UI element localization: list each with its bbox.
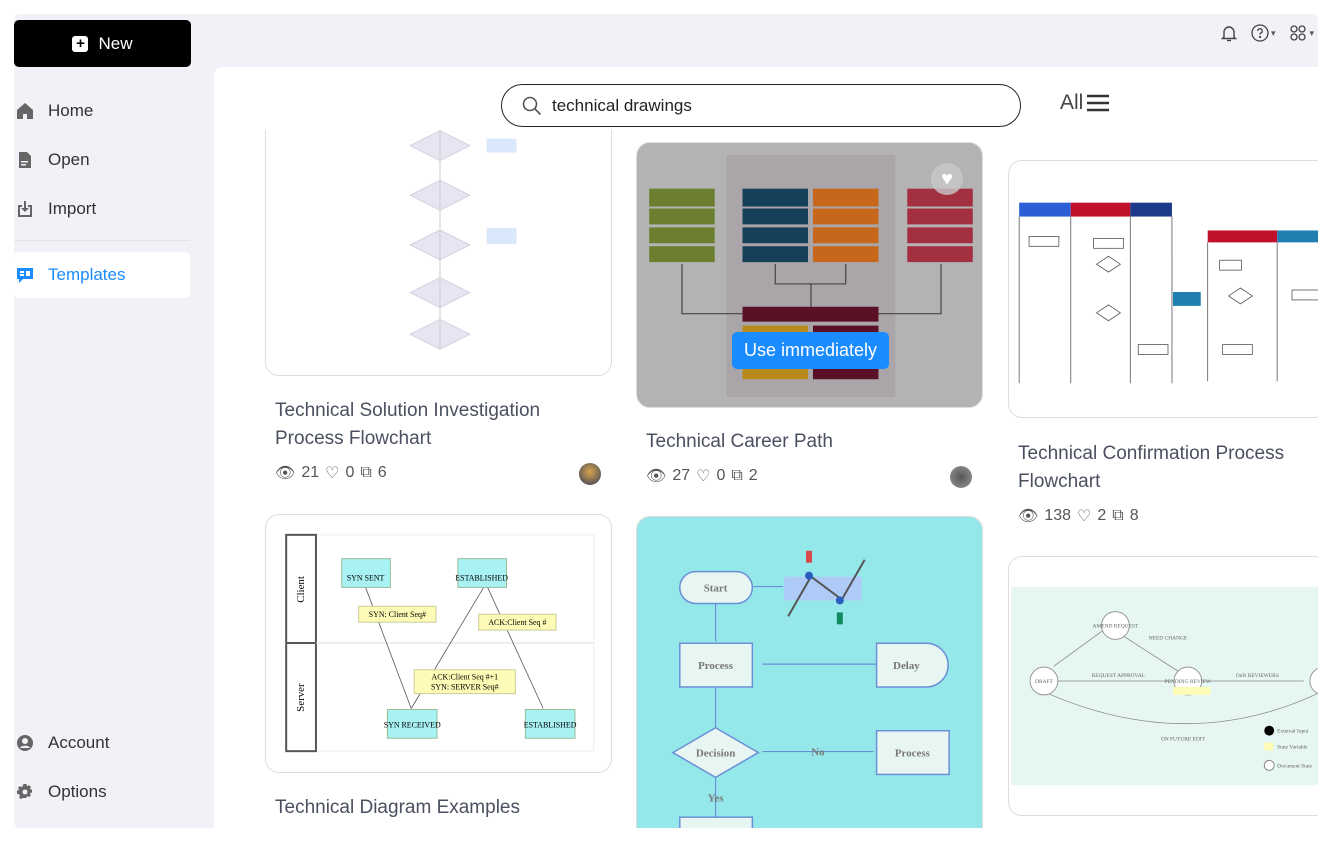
apps-button[interactable]: ▾ [1289, 24, 1314, 42]
state-label: DRAFT [1035, 679, 1054, 685]
main-panel: All Technical Solution Investigation Pro… [214, 67, 1318, 828]
heart-icon: ♥ [941, 168, 953, 190]
template-title[interactable]: Technical Career Path [646, 428, 966, 456]
lane-label: Server [295, 683, 307, 712]
eye-icon: 👁 [1018, 508, 1039, 525]
node-label: ESTABLISHED [524, 720, 577, 729]
edge-label: REQUEST APPROVAL [1092, 673, 1145, 679]
apps-icon [1290, 25, 1307, 41]
template-stats: 👁 21 ♡ 0 ⧉ 6 [275, 464, 387, 482]
author-avatar[interactable] [579, 463, 601, 485]
notifications-button[interactable] [1220, 24, 1237, 42]
template-stats: 👁 27 ♡ 0 ⧉ 2 [646, 467, 758, 485]
node-label: Process [895, 748, 930, 760]
plus-icon: + [72, 35, 89, 52]
menu-icon [1087, 94, 1110, 112]
legend-label: Document State [1277, 763, 1312, 769]
use-immediately-button[interactable]: Use immediately [732, 332, 889, 369]
node-label: SYN SENT [347, 573, 385, 582]
template-card-thumbnail[interactable]: ♥ Use immediately [636, 142, 983, 408]
search-input[interactable] [552, 95, 992, 116]
template-card-thumbnail[interactable]: Start Process Delay Decision Process No Yes [636, 516, 983, 828]
state-diagram-thumbnail: DRAFT AMEND REQUEST PENDING REVIEW REQUE… [1011, 586, 1318, 786]
edge-label: NEED CHANGE [1149, 635, 1188, 641]
sidebar-item-open[interactable]: Open [14, 137, 190, 183]
node-label: Delay [893, 660, 920, 672]
heart-icon: ♡ [1077, 508, 1092, 525]
new-button[interactable]: + New [14, 20, 191, 67]
edge-label: No [811, 747, 825, 759]
sidebar-item-account[interactable]: Account [14, 720, 190, 766]
template-title[interactable]: Technical Diagram Examples [275, 794, 595, 822]
template-card-thumbnail[interactable] [1008, 160, 1318, 418]
import-icon [18, 201, 32, 217]
tcp-handshake-thumbnail: Client Server SYN SENT ESTABLISHED SYN R… [285, 533, 595, 753]
template-title[interactable]: Technical Solution Investigation Process… [275, 397, 595, 453]
home-icon [17, 103, 33, 119]
edge-label: ON FUTURE EDIT [1161, 737, 1206, 743]
heart-icon: ♡ [696, 468, 711, 485]
edge-label: Yes [708, 792, 724, 804]
sidebar-item-templates[interactable]: Templates [14, 252, 190, 298]
search-icon [522, 96, 542, 115]
file-icon [19, 152, 31, 168]
node-label: Decision [696, 748, 735, 760]
msg-label: ACK:Client Seq #+1 [432, 673, 499, 682]
node-label: ESTABLISHED [455, 573, 508, 582]
flowchart-thumbnail [409, 130, 517, 350]
legend-label: State Variable [1277, 745, 1308, 751]
legend-label: External Input [1277, 729, 1309, 735]
sidebar-item-import[interactable]: Import [14, 186, 190, 232]
eye-icon: 👁 [646, 468, 667, 485]
sidebar-divider [14, 240, 190, 241]
node-label: Process [698, 660, 733, 672]
lane-label: Client [295, 576, 307, 603]
msg-label: SYN: SERVER Seq# [431, 683, 499, 692]
template-card-thumbnail[interactable]: DRAFT AMEND REQUEST PENDING REVIEW REQUE… [1008, 556, 1318, 816]
template-card-thumbnail[interactable]: Client Server SYN SENT ESTABLISHED SYN R… [265, 514, 612, 773]
msg-label: SYN: Client Seq# [369, 610, 426, 619]
gear-icon [17, 784, 32, 800]
state-label: AMEND REQUEST [1093, 623, 1139, 629]
template-stats: 👁 138 ♡ 2 ⧉ 8 [1018, 507, 1139, 525]
account-icon [17, 735, 33, 751]
template-card-thumbnail[interactable] [265, 130, 612, 376]
copy-icon: ⧉ [731, 467, 743, 484]
help-button[interactable]: ▾ [1251, 24, 1275, 42]
author-avatar[interactable] [950, 466, 972, 488]
sidebar-item-options[interactable]: Options [14, 769, 190, 815]
templates-icon [17, 268, 33, 283]
bell-icon [1220, 26, 1237, 42]
swimlane-thumbnail [1018, 202, 1318, 384]
search-bar[interactable] [501, 84, 1021, 127]
favorite-button[interactable]: ♥ [931, 163, 963, 195]
heart-icon: ♡ [325, 465, 340, 482]
state-label: PENDING REVIEW [1165, 679, 1212, 685]
edge-label: OnN REVIEWERS [1236, 673, 1279, 679]
flowchart-thumbnail: Start Process Delay Decision Process No Yes [671, 550, 950, 828]
template-title[interactable]: Technical Confirmation Process Flowchart [1018, 440, 1318, 496]
msg-label: ACK:Client Seq # [488, 618, 546, 627]
filter-all-button[interactable]: All [1060, 91, 1110, 115]
eye-icon: 👁 [275, 465, 296, 482]
help-icon [1251, 24, 1269, 42]
node-label: SYN RECEIVED [384, 720, 441, 729]
copy-icon: ⧉ [360, 464, 372, 481]
template-grid[interactable]: Technical Solution Investigation Process… [214, 130, 1318, 828]
node-label: Start [704, 583, 728, 595]
copy-icon: ⧉ [1112, 507, 1124, 524]
header-toolbar: ▾ ▾ [1220, 24, 1314, 42]
sidebar-item-home[interactable]: Home [14, 88, 190, 134]
